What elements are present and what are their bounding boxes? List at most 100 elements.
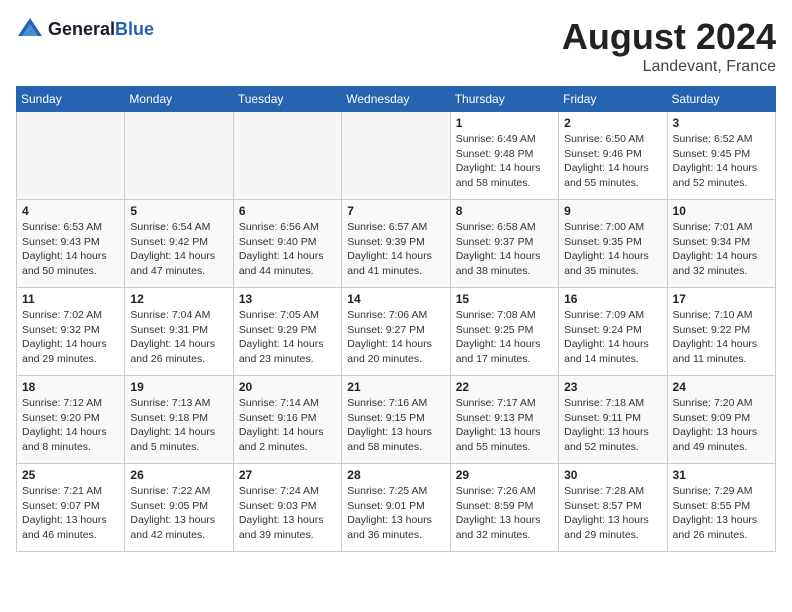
day-info: Sunrise: 7:10 AMSunset: 9:22 PMDaylight:… [673, 308, 770, 367]
weekday-header: Monday [125, 87, 233, 112]
day-info: Sunrise: 7:24 AMSunset: 9:03 PMDaylight:… [239, 484, 336, 543]
logo: GeneralBlue [16, 16, 154, 44]
weekday-header: Friday [559, 87, 667, 112]
calendar-cell: 29 Sunrise: 7:26 AMSunset: 8:59 PMDayligh… [450, 464, 558, 552]
day-info: Sunrise: 7:28 AMSunset: 8:57 PMDaylight:… [564, 484, 661, 543]
day-info: Sunrise: 6:54 AMSunset: 9:42 PMDaylight:… [130, 220, 227, 279]
calendar-cell: 13Sunrise: 7:05 AMSunset: 9:29 PMDayligh… [233, 288, 341, 376]
day-number: 25 [22, 468, 119, 482]
day-number: 17 [673, 292, 770, 306]
day-info: Sunrise: 7:06 AMSunset: 9:27 PMDaylight:… [347, 308, 444, 367]
day-number: 29 [456, 468, 553, 482]
day-info: Sunrise: 7:18 AMSunset: 9:11 PMDaylight:… [564, 396, 661, 455]
calendar-cell: 5 Sunrise: 6:54 AMSunset: 9:42 PMDaylight… [125, 200, 233, 288]
day-info: Sunrise: 7:17 AMSunset: 9:13 PMDaylight:… [456, 396, 553, 455]
calendar-week-row: 11Sunrise: 7:02 AMSunset: 9:32 PMDayligh… [17, 288, 776, 376]
calendar-cell: 19 Sunrise: 7:13 AMSunset: 9:18 PMDayligh… [125, 376, 233, 464]
day-number: 1 [456, 116, 553, 130]
calendar-week-row: 18Sunrise: 7:12 AMSunset: 9:20 PMDayligh… [17, 376, 776, 464]
day-number: 9 [564, 204, 661, 218]
calendar-cell: 10 Sunrise: 7:01 AMSunset: 9:34 PMDayligh… [667, 200, 775, 288]
day-info: Sunrise: 7:14 AMSunset: 9:16 PMDaylight:… [239, 396, 336, 455]
day-number: 30 [564, 468, 661, 482]
day-info: Sunrise: 7:21 AMSunset: 9:07 PMDaylight:… [22, 484, 119, 543]
calendar-cell: 23Sunrise: 7:18 AMSunset: 9:11 PMDayligh… [559, 376, 667, 464]
calendar-cell: 28 Sunrise: 7:25 AMSunset: 9:01 PMDayligh… [342, 464, 450, 552]
month-title: August 2024 [562, 16, 776, 58]
day-info: Sunrise: 7:01 AMSunset: 9:34 PMDaylight:… [673, 220, 770, 279]
calendar-week-row: 25 Sunrise: 7:21 AMSunset: 9:07 PMDayligh… [17, 464, 776, 552]
calendar-cell: 31 Sunrise: 7:29 AMSunset: 8:55 PMDayligh… [667, 464, 775, 552]
day-info: Sunrise: 7:13 AMSunset: 9:18 PMDaylight:… [130, 396, 227, 455]
day-info: Sunrise: 6:53 AMSunset: 9:43 PMDaylight:… [22, 220, 119, 279]
day-number: 31 [673, 468, 770, 482]
day-info: Sunrise: 6:57 AMSunset: 9:39 PMDaylight:… [347, 220, 444, 279]
calendar-cell: 4 Sunrise: 6:53 AMSunset: 9:43 PMDaylight… [17, 200, 125, 288]
day-number: 14 [347, 292, 444, 306]
day-number: 27 [239, 468, 336, 482]
title-block: August 2024 Landevant, France [562, 16, 776, 76]
calendar-cell: 25 Sunrise: 7:21 AMSunset: 9:07 PMDayligh… [17, 464, 125, 552]
day-info: Sunrise: 6:52 AMSunset: 9:45 PMDaylight:… [673, 132, 770, 191]
weekday-header: Tuesday [233, 87, 341, 112]
calendar-cell [342, 112, 450, 200]
calendar-cell: 7 Sunrise: 6:57 AMSunset: 9:39 PMDaylight… [342, 200, 450, 288]
day-number: 13 [239, 292, 336, 306]
calendar-cell: 20 Sunrise: 7:14 AMSunset: 9:16 PMDayligh… [233, 376, 341, 464]
day-number: 2 [564, 116, 661, 130]
calendar-cell: 9 Sunrise: 7:00 AMSunset: 9:35 PMDaylight… [559, 200, 667, 288]
day-info: Sunrise: 7:20 AMSunset: 9:09 PMDaylight:… [673, 396, 770, 455]
calendar-week-row: 1 Sunrise: 6:49 AMSunset: 9:48 PMDaylight… [17, 112, 776, 200]
calendar-cell: 15 Sunrise: 7:08 AMSunset: 9:25 PMDayligh… [450, 288, 558, 376]
day-info: Sunrise: 6:58 AMSunset: 9:37 PMDaylight:… [456, 220, 553, 279]
day-info: Sunrise: 7:16 AMSunset: 9:15 PMDaylight:… [347, 396, 444, 455]
day-info: Sunrise: 7:29 AMSunset: 8:55 PMDaylight:… [673, 484, 770, 543]
day-info: Sunrise: 6:50 AMSunset: 9:46 PMDaylight:… [564, 132, 661, 191]
day-number: 5 [130, 204, 227, 218]
day-info: Sunrise: 6:49 AMSunset: 9:48 PMDaylight:… [456, 132, 553, 191]
calendar-cell: 11Sunrise: 7:02 AMSunset: 9:32 PMDayligh… [17, 288, 125, 376]
calendar-cell [233, 112, 341, 200]
calendar-cell: 18Sunrise: 7:12 AMSunset: 9:20 PMDayligh… [17, 376, 125, 464]
calendar-cell: 12Sunrise: 7:04 AMSunset: 9:31 PMDayligh… [125, 288, 233, 376]
calendar-cell [125, 112, 233, 200]
day-number: 26 [130, 468, 227, 482]
day-number: 16 [564, 292, 661, 306]
day-info: Sunrise: 7:12 AMSunset: 9:20 PMDaylight:… [22, 396, 119, 455]
day-number: 4 [22, 204, 119, 218]
day-info: Sunrise: 7:22 AMSunset: 9:05 PMDaylight:… [130, 484, 227, 543]
day-number: 3 [673, 116, 770, 130]
calendar-table: SundayMondayTuesdayWednesdayThursdayFrid… [16, 86, 776, 552]
day-number: 10 [673, 204, 770, 218]
day-info: Sunrise: 7:25 AMSunset: 9:01 PMDaylight:… [347, 484, 444, 543]
location: Landevant, France [562, 58, 776, 76]
day-info: Sunrise: 7:09 AMSunset: 9:24 PMDaylight:… [564, 308, 661, 367]
calendar-cell: 21 Sunrise: 7:16 AMSunset: 9:15 PMDayligh… [342, 376, 450, 464]
day-number: 6 [239, 204, 336, 218]
calendar-cell: 8 Sunrise: 6:58 AMSunset: 9:37 PMDaylight… [450, 200, 558, 288]
day-info: Sunrise: 7:08 AMSunset: 9:25 PMDaylight:… [456, 308, 553, 367]
calendar-cell: 16 Sunrise: 7:09 AMSunset: 9:24 PMDayligh… [559, 288, 667, 376]
weekday-header: Wednesday [342, 87, 450, 112]
day-number: 24 [673, 380, 770, 394]
day-info: Sunrise: 6:56 AMSunset: 9:40 PMDaylight:… [239, 220, 336, 279]
calendar-week-row: 4 Sunrise: 6:53 AMSunset: 9:43 PMDaylight… [17, 200, 776, 288]
calendar-cell: 1 Sunrise: 6:49 AMSunset: 9:48 PMDaylight… [450, 112, 558, 200]
day-number: 28 [347, 468, 444, 482]
day-number: 7 [347, 204, 444, 218]
calendar-cell: 2 Sunrise: 6:50 AMSunset: 9:46 PMDaylight… [559, 112, 667, 200]
day-number: 8 [456, 204, 553, 218]
day-info: Sunrise: 7:00 AMSunset: 9:35 PMDaylight:… [564, 220, 661, 279]
day-number: 12 [130, 292, 227, 306]
calendar-cell: 26 Sunrise: 7:22 AMSunset: 9:05 PMDayligh… [125, 464, 233, 552]
day-info: Sunrise: 7:02 AMSunset: 9:32 PMDaylight:… [22, 308, 119, 367]
day-info: Sunrise: 7:26 AMSunset: 8:59 PMDaylight:… [456, 484, 553, 543]
day-number: 21 [347, 380, 444, 394]
page-header: GeneralBlue August 2024 Landevant, Franc… [16, 16, 776, 76]
weekday-header: Sunday [17, 87, 125, 112]
calendar-cell: 22Sunrise: 7:17 AMSunset: 9:13 PMDayligh… [450, 376, 558, 464]
day-number: 19 [130, 380, 227, 394]
day-number: 15 [456, 292, 553, 306]
calendar-cell: 24 Sunrise: 7:20 AMSunset: 9:09 PMDayligh… [667, 376, 775, 464]
day-number: 20 [239, 380, 336, 394]
